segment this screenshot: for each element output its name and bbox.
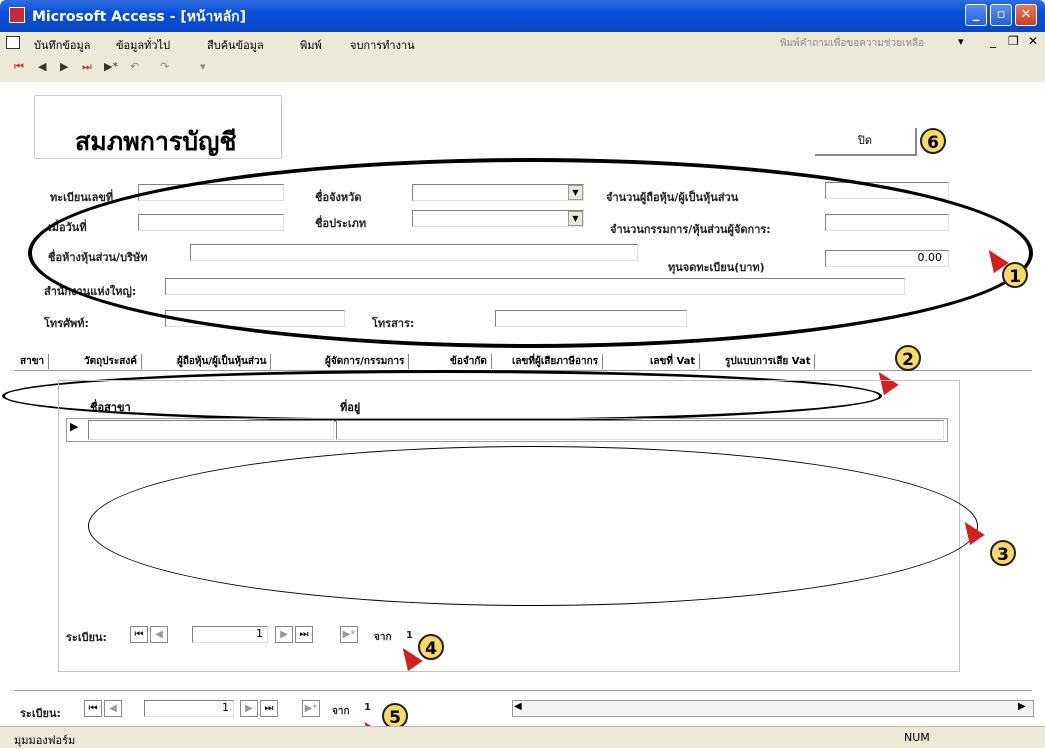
more-icon[interactable]: ▾ xyxy=(200,60,206,73)
subform-prev-icon[interactable]: ◀ xyxy=(150,626,168,643)
tab-managers[interactable]: ผู้จัดการ/กรรมการ xyxy=(325,354,410,369)
close-window-button[interactable]: ✕ xyxy=(1015,4,1037,26)
window-title: Microsoft Access - [หน้าหลัก] xyxy=(32,9,247,25)
mdi-restore-icon[interactable]: ❐ xyxy=(1008,34,1019,48)
subform-of-value: 1 xyxy=(406,630,413,641)
main-of-value: 1 xyxy=(364,702,371,713)
help-dropdown-icon[interactable]: ▾ xyxy=(958,35,964,48)
minimize-button[interactable]: _ xyxy=(965,4,987,26)
page-title: สมภพการบัญชี xyxy=(75,127,237,156)
mdi-close-icon[interactable]: ✕ xyxy=(1028,34,1038,48)
prev-record-icon[interactable]: ◀ xyxy=(38,60,46,73)
address-cell[interactable] xyxy=(336,420,944,440)
annotation-ellipse-1 xyxy=(28,158,1033,348)
status-view-label: มุมมองฟอร์ม xyxy=(14,734,76,747)
tab-tax-id[interactable]: เลขที่ผู้เสียภาษีอากร xyxy=(512,354,604,369)
status-num-indicator: NUM xyxy=(904,731,930,744)
phone-label: โทรศัพท์: xyxy=(44,317,89,330)
main-record-field[interactable]: 1 xyxy=(144,700,234,717)
restore-button[interactable]: ▫ xyxy=(990,4,1012,26)
menu-item-search-data[interactable]: สืบค้นข้อมูล xyxy=(207,36,264,54)
subform-new-icon[interactable]: ▶* xyxy=(340,626,358,643)
tab-restrictions[interactable]: ข้อจำกัด xyxy=(450,354,492,369)
callout-6: 6 xyxy=(920,128,946,154)
subform-last-icon[interactable]: ⏭ xyxy=(295,626,313,643)
subform-first-icon[interactable]: ⏮ xyxy=(130,626,148,643)
menu-item-general-data[interactable]: ข้อมูลทั่วไป xyxy=(116,36,170,54)
tab-shareholders[interactable]: ผู้ถือหุ้น/ผู้เป็นหุ้นส่วน xyxy=(177,354,272,369)
undo-icon[interactable]: ↶ xyxy=(130,60,139,73)
toolbar: ⏮ ◀ ▶ ⏭ ▶* ↶ ↷ ▾ xyxy=(0,54,1045,83)
callout-2: 2 xyxy=(895,345,921,371)
callout-3: 3 xyxy=(990,540,1016,566)
first-record-icon[interactable]: ⏮ xyxy=(14,60,24,74)
annotation-ellipse-3 xyxy=(88,446,978,606)
subform-of-label: จาก xyxy=(374,632,392,643)
main-next-icon[interactable]: ▶ xyxy=(240,700,258,717)
next-record-icon[interactable]: ▶ xyxy=(60,60,68,73)
main-prev-icon[interactable]: ◀ xyxy=(104,700,122,717)
tab-branch[interactable]: สาขา xyxy=(20,354,50,369)
tab-objectives[interactable]: วัตถุประสงค์ xyxy=(84,354,142,369)
tab-vat-no[interactable]: เลขที่ Vat xyxy=(650,354,701,369)
scroll-right-icon[interactable]: ▶ xyxy=(1018,701,1026,712)
callout-1: 1 xyxy=(1002,262,1028,288)
main-first-icon[interactable]: ⏮ xyxy=(84,700,102,717)
new-record-icon[interactable]: ▶* xyxy=(104,60,118,73)
menu-bar: บันทึกข้อมูล ข้อมูลทั่วไป สืบค้นข้อมูล พ… xyxy=(0,32,1045,54)
row-selector-icon[interactable]: ▶ xyxy=(70,420,78,433)
column-header-address: ที่อยู่ xyxy=(340,401,361,414)
redo-icon[interactable]: ↷ xyxy=(160,60,169,73)
main-nav-label: ระเบียน: xyxy=(20,707,61,720)
last-record-icon[interactable]: ⏭ xyxy=(82,60,92,74)
mdi-minimize-icon[interactable]: _ xyxy=(990,34,996,48)
subform-nav-label: ระเบียน: xyxy=(66,631,107,644)
callout-4: 4 xyxy=(418,634,444,660)
main-of-label: จาก xyxy=(332,706,350,717)
menu-item-exit[interactable]: จบการทำงาน xyxy=(350,36,415,54)
close-form-button[interactable]: ปิด xyxy=(815,128,917,156)
menu-item-save-data[interactable]: บันทึกข้อมูล xyxy=(34,36,91,54)
subform-next-icon[interactable]: ▶ xyxy=(275,626,293,643)
window-title-bar: Microsoft Access - [หน้าหลัก] _ ▫ ✕ xyxy=(0,0,1045,32)
column-header-branch-name: ชื่อสาขา xyxy=(90,401,131,414)
access-app-icon xyxy=(9,7,25,23)
main-last-icon[interactable]: ⏭ xyxy=(260,700,278,717)
status-bar: มุมมองฟอร์ม NUM xyxy=(0,726,1045,748)
branch-name-cell[interactable] xyxy=(88,420,334,440)
menu-item-print[interactable]: พิมพ์ xyxy=(300,36,322,54)
form-icon[interactable] xyxy=(6,36,20,49)
main-new-icon[interactable]: ▶* xyxy=(302,700,320,717)
scroll-left-icon[interactable]: ◀ xyxy=(514,701,522,712)
horizontal-scrollbar[interactable] xyxy=(512,700,1034,717)
help-question-box[interactable]: พิมพ์คำถามเพื่อขอความช่วยเหลือ xyxy=(780,36,955,51)
tab-vat-type[interactable]: รูปแบบการเสีย Vat xyxy=(725,354,816,369)
divider xyxy=(14,690,1032,691)
subform-record-field[interactable]: 1 xyxy=(192,626,268,643)
